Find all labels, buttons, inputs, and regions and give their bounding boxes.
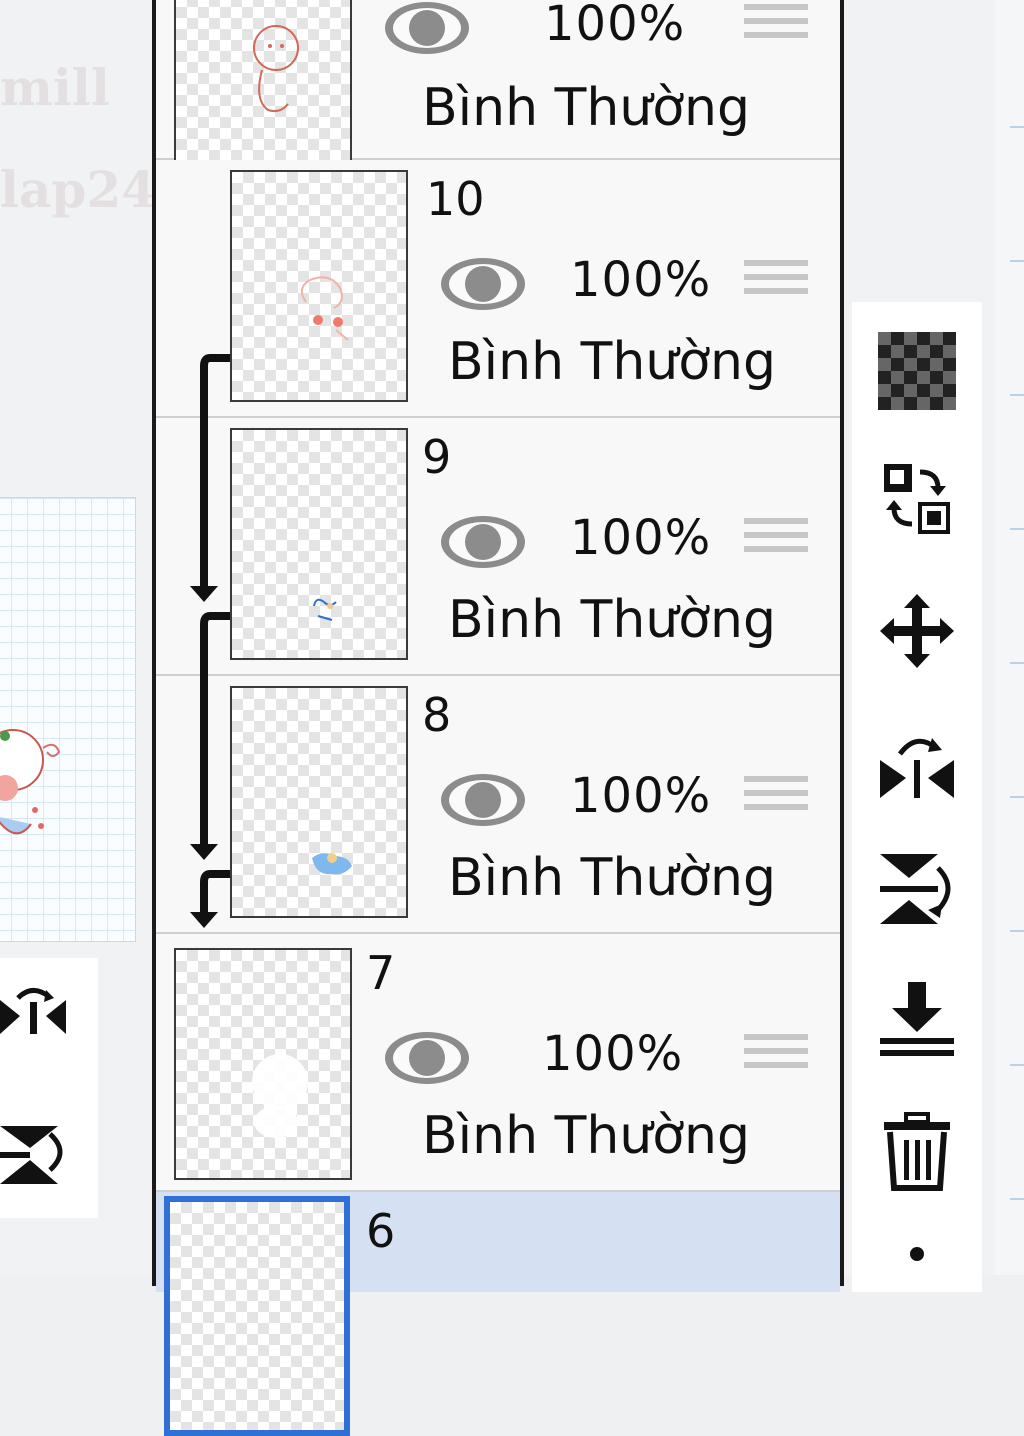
flip-vertical-icon[interactable]	[876, 850, 958, 932]
blend-mode[interactable]: Bình Thường	[422, 1106, 750, 1166]
left-toolbar	[0, 958, 98, 1218]
right-toolbar	[852, 302, 982, 1292]
eye-visibility-icon[interactable]	[438, 770, 528, 830]
eye-visibility-icon[interactable]	[382, 0, 472, 58]
layer-thumbnail[interactable]	[164, 1196, 350, 1436]
opacity-value[interactable]: 100%	[544, 0, 685, 52]
drag-handle-icon[interactable]	[744, 4, 808, 50]
move-icon[interactable]	[876, 590, 958, 672]
trash-icon[interactable]	[876, 1110, 958, 1192]
blend-mode[interactable]: Bình Thường	[448, 332, 776, 392]
blend-mode[interactable]: Bình Thường	[422, 78, 750, 138]
eye-visibility-icon[interactable]	[438, 254, 528, 314]
opacity-value[interactable]: 100%	[542, 1026, 683, 1082]
flip-horizontal-icon[interactable]	[0, 958, 98, 1218]
drag-handle-icon[interactable]	[744, 1034, 808, 1080]
merge-down-icon[interactable]	[876, 978, 958, 1060]
layer-name: 9	[422, 430, 452, 484]
layer-panel: 100% Bình Thường 10 100% Bình Thường 9 1…	[152, 0, 844, 1436]
opacity-value[interactable]: 100%	[570, 768, 711, 824]
layer-name: 8	[422, 688, 452, 742]
layer-name: 10	[426, 172, 485, 226]
opacity-value[interactable]: 100%	[570, 510, 711, 566]
watermark-text: mill	[0, 58, 110, 117]
drag-handle-icon[interactable]	[744, 260, 808, 306]
transparency-checker-icon[interactable]	[876, 330, 958, 412]
character-art	[0, 729, 61, 835]
blend-mode[interactable]: Bình Thường	[448, 848, 776, 908]
more-icon[interactable]	[876, 1232, 958, 1314]
layer-name: 7	[366, 946, 396, 1000]
eye-visibility-icon[interactable]	[382, 1028, 472, 1088]
eye-visibility-icon[interactable]	[438, 512, 528, 572]
blend-mode[interactable]: Bình Thường	[448, 590, 776, 650]
page-edge	[995, 0, 1024, 1275]
drag-handle-icon[interactable]	[744, 518, 808, 564]
layer-row-selected[interactable]: 6	[156, 1192, 840, 1436]
canvas-preview[interactable]	[0, 497, 136, 942]
drag-handle-icon[interactable]	[744, 776, 808, 822]
opacity-value[interactable]: 100%	[570, 252, 711, 308]
clipping-arrows	[190, 354, 230, 928]
layer-name: 6	[366, 1204, 396, 1258]
flip-horizontal-icon[interactable]	[876, 720, 958, 802]
swap-fill-icon[interactable]	[876, 458, 958, 540]
